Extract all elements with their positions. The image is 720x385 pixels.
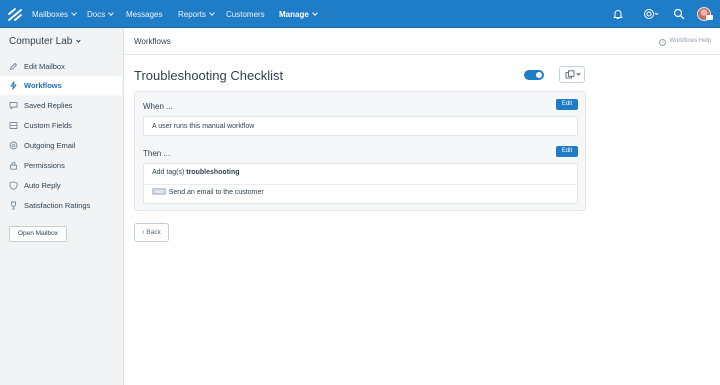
bolt-icon <box>10 81 17 90</box>
chevron-down-icon <box>76 38 81 43</box>
nav-docs[interactable]: Docs <box>87 0 115 28</box>
then-label: Then ... <box>143 149 171 158</box>
action-tag: troubleshooting <box>186 169 240 176</box>
mailbox-name: Computer Lab <box>9 36 73 47</box>
nav-messages[interactable]: Messages <box>126 0 162 28</box>
sidebar-item-label: Custom Fields <box>24 121 72 130</box>
chat-bubble-icon <box>9 102 18 110</box>
at-sign-icon <box>9 141 18 150</box>
sidebar-item-label: Saved Replies <box>24 101 73 110</box>
lifebuoy-icon[interactable] <box>643 8 659 20</box>
sidebar-item-satisfaction-ratings[interactable]: Satisfaction Ratings <box>0 196 122 215</box>
nav-reports-label: Reports <box>178 10 207 19</box>
nav-manage-label: Manage <box>279 10 309 19</box>
nav-mailboxes[interactable]: Mailboxes <box>32 0 77 28</box>
sidebar: Computer Lab Edit Mailbox Workflows Save… <box>0 28 124 385</box>
chevron-down-icon <box>209 10 215 16</box>
lock-icon <box>10 161 17 170</box>
helpscout-logo-icon[interactable] <box>8 8 22 21</box>
sidebar-item-workflows[interactable]: Workflows <box>0 76 122 95</box>
nav-messages-label: Messages <box>126 10 163 19</box>
nav-reports[interactable]: Reports <box>178 0 215 28</box>
workflows-help-link[interactable]: i Workflows Help <box>659 38 711 46</box>
edit-actions-button[interactable]: Edit <box>556 146 578 157</box>
back-button[interactable]: ‹ Back <box>134 223 169 242</box>
action-add-tags: Add tag(s) troubleshooting <box>152 169 240 176</box>
workflow-title: Troubleshooting Checklist <box>134 68 284 83</box>
nav-customers-label: Customers <box>226 10 265 19</box>
condition-text: A user runs this manual workflow <box>152 123 255 130</box>
nav-docs-label: Docs <box>87 10 106 19</box>
mailbox-switcher[interactable]: Computer Lab <box>9 36 81 47</box>
workflow-enabled-toggle[interactable] <box>524 70 544 80</box>
page-title: Workflows <box>134 37 171 46</box>
edit-conditions-button[interactable]: Edit <box>556 99 578 110</box>
sidebar-item-permissions[interactable]: Permissions <box>0 156 122 175</box>
divider <box>144 184 577 185</box>
sidebar-item-saved-replies[interactable]: Saved Replies <box>0 96 122 115</box>
list-icon <box>9 122 18 129</box>
action-prefix: Add tag(s) <box>152 169 185 176</box>
sidebar-item-label: Auto Reply <box>24 181 61 190</box>
open-mailbox-button[interactable]: Open Mailbox <box>9 226 67 242</box>
action-send-email: AND Send an email to the customer <box>152 188 264 196</box>
workflow-rules-panel: When ... Edit A user runs this manual wo… <box>134 91 586 211</box>
bell-icon[interactable] <box>612 8 624 20</box>
help-label: Workflows Help <box>669 38 711 44</box>
search-icon[interactable] <box>673 8 685 20</box>
chevron-left-icon: ‹ <box>142 229 145 236</box>
chevron-down-icon <box>71 10 77 16</box>
info-icon: i <box>659 39 667 46</box>
avatar-status-badge <box>706 15 713 20</box>
chevron-down-icon <box>576 71 581 76</box>
sidebar-item-label: Outgoing Email <box>24 141 76 150</box>
trophy-icon <box>11 201 16 210</box>
sidebar-item-outgoing-email[interactable]: Outgoing Email <box>0 136 122 155</box>
copy-workflow-button[interactable] <box>559 66 585 83</box>
top-navigation-bar: Mailboxes Docs Messages Reports Customer… <box>0 0 720 28</box>
shield-reply-icon <box>9 181 18 190</box>
condition-box: A user runs this manual workflow <box>143 116 578 136</box>
second-action-text: Send an email to the customer <box>168 189 264 196</box>
sidebar-item-custom-fields[interactable]: Custom Fields <box>0 116 122 135</box>
sidebar-item-label: Satisfaction Ratings <box>24 201 91 210</box>
copy-icon <box>565 70 575 79</box>
actions-box: Add tag(s) troubleshooting AND Send an em… <box>143 163 578 204</box>
sidebar-item-auto-reply[interactable]: Auto Reply <box>0 176 122 195</box>
nav-manage[interactable]: Manage <box>279 0 318 28</box>
sidebar-item-label: Permissions <box>24 161 65 170</box>
chevron-down-icon <box>311 10 318 16</box>
page-header: Workflows i Workflows Help <box>125 28 720 55</box>
and-badge: AND <box>152 188 166 195</box>
nav-customers[interactable]: Customers <box>226 0 265 28</box>
back-label: Back <box>146 229 161 236</box>
sidebar-item-label: Workflows <box>24 81 62 90</box>
sidebar-item-label: Edit Mailbox <box>24 62 65 71</box>
sidebar-item-edit-mailbox[interactable]: Edit Mailbox <box>0 57 122 76</box>
when-label: When ... <box>143 102 173 111</box>
nav-mailboxes-label: Mailboxes <box>32 10 69 19</box>
pencil-icon <box>10 63 17 70</box>
chevron-down-icon <box>108 10 115 16</box>
